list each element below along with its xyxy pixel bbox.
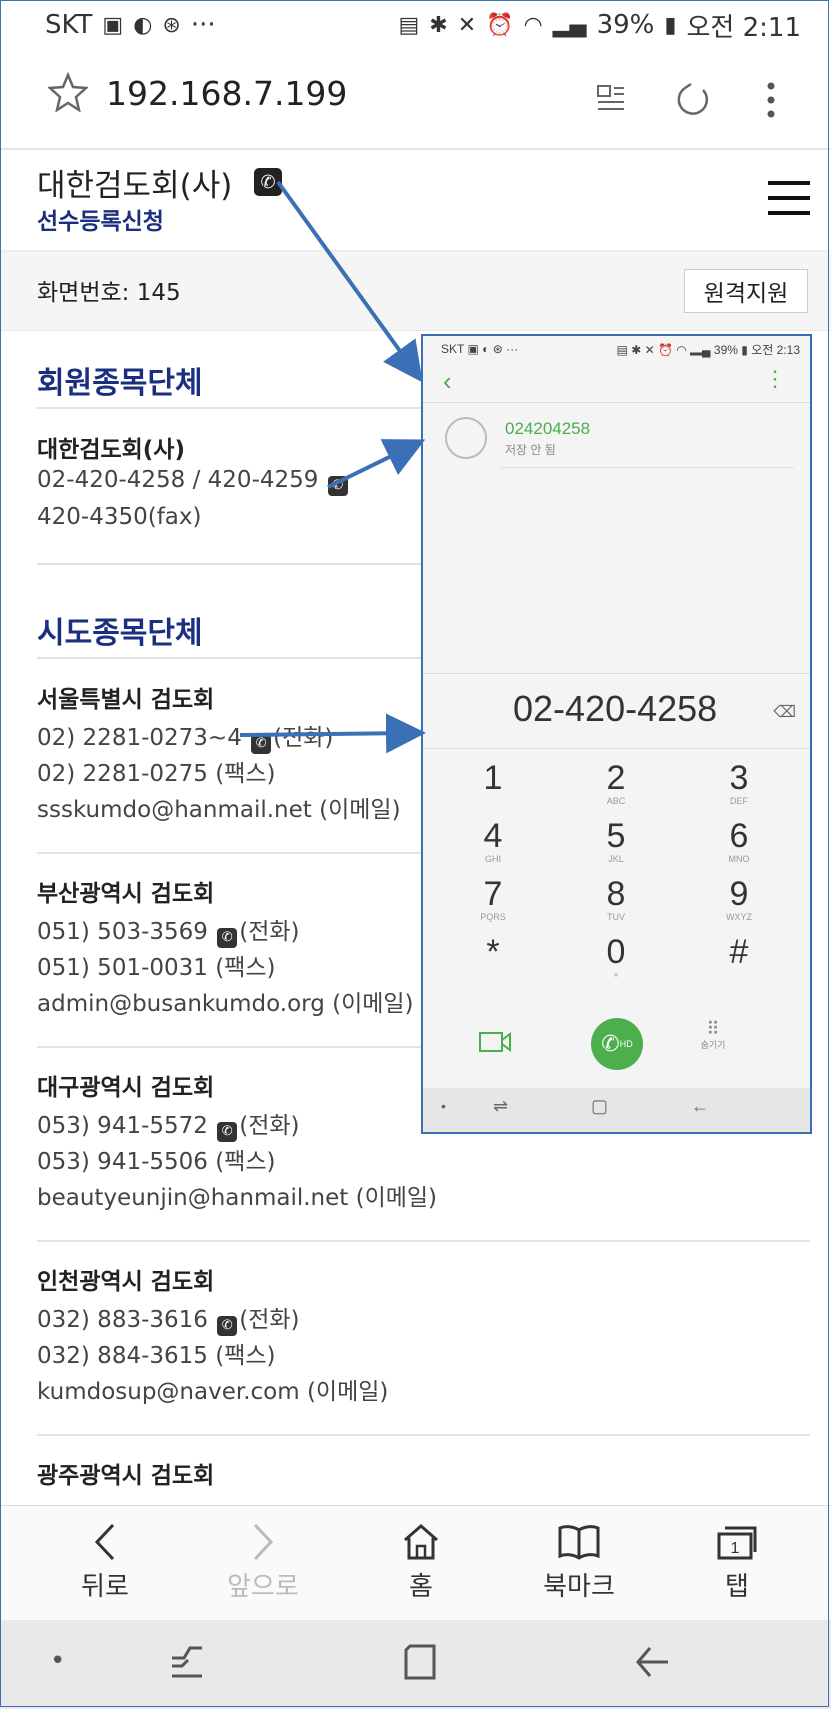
svg-text:1: 1 [731, 1540, 740, 1557]
tabs-icon: 1 [677, 1518, 797, 1566]
bookmarks-button[interactable]: 북마크 [519, 1518, 639, 1603]
browser-bottom-nav: 뒤로 앞으로 홈 북마크 1탭 [0, 1505, 831, 1621]
annotation-arrows [239, 180, 426, 754]
nav-dot-icon[interactable]: • [50, 1646, 65, 1676]
book-icon [519, 1518, 639, 1566]
home-icon [361, 1518, 481, 1566]
arrow [239, 713, 426, 754]
tabs-button[interactable]: 1탭 [677, 1518, 797, 1603]
chevron-right-icon [203, 1518, 323, 1566]
back-button[interactable]: 뒤로 [45, 1518, 165, 1603]
android-nav-bar: • [0, 1620, 831, 1709]
recents-icon[interactable] [170, 1642, 204, 1682]
home-button[interactable]: 홈 [361, 1518, 481, 1603]
arrow [327, 439, 426, 489]
forward-button[interactable]: 앞으로 [203, 1518, 323, 1603]
back-icon[interactable] [634, 1642, 670, 1682]
chevron-left-icon [45, 1518, 165, 1566]
home-icon[interactable] [402, 1642, 438, 1682]
arrow [276, 180, 423, 383]
